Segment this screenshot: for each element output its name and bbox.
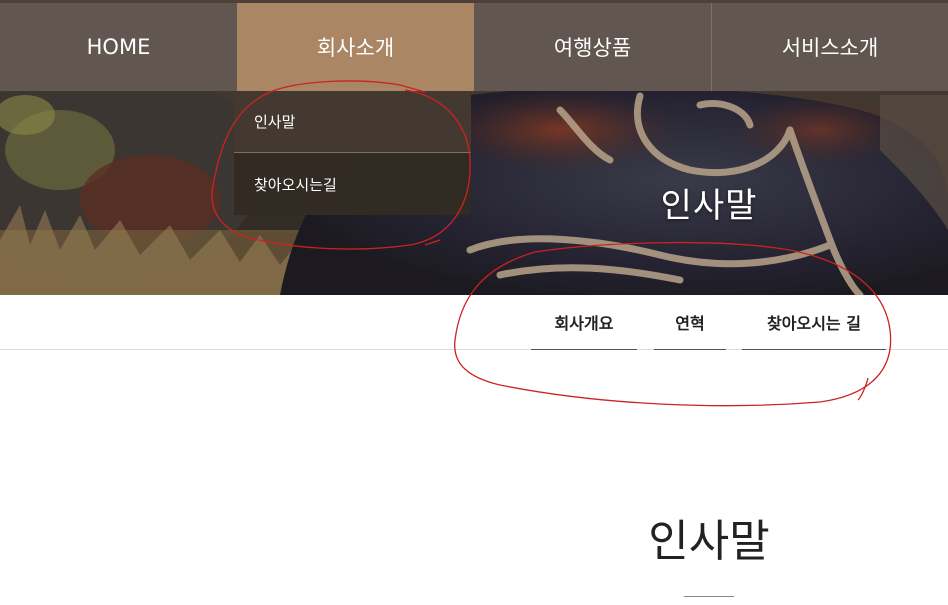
- title-underline: [684, 596, 734, 597]
- tab-history[interactable]: 연혁: [654, 295, 726, 350]
- nav-item-home[interactable]: HOME: [0, 3, 237, 91]
- annotation-tail-subnav: [857, 377, 869, 401]
- nav-item-services[interactable]: 서비스소개: [711, 3, 948, 91]
- top-navigation: HOME 회사소개 여행상품 서비스소개: [0, 3, 948, 91]
- sub-navigation: 회사개요 연혁 찾아오시는 길: [0, 295, 948, 350]
- nav-item-travel-products[interactable]: 여행상품: [474, 3, 711, 91]
- hero-title: 인사말: [660, 186, 758, 226]
- dropdown-item-directions[interactable]: 찾아오시는길: [234, 153, 471, 215]
- page-title: 인사말: [648, 516, 770, 567]
- nav-item-company[interactable]: 회사소개: [237, 3, 474, 91]
- tab-company-overview[interactable]: 회사개요: [531, 295, 637, 350]
- tab-directions[interactable]: 찾아오시는 길: [742, 295, 886, 350]
- company-dropdown-menu: 인사말 찾아오시는길: [234, 91, 471, 215]
- dropdown-item-greeting[interactable]: 인사말: [234, 91, 471, 153]
- page: 인사말 HOME 회사소개 여행상품 서비스소개 인사말 찾아오시는길 회사개요…: [0, 0, 948, 605]
